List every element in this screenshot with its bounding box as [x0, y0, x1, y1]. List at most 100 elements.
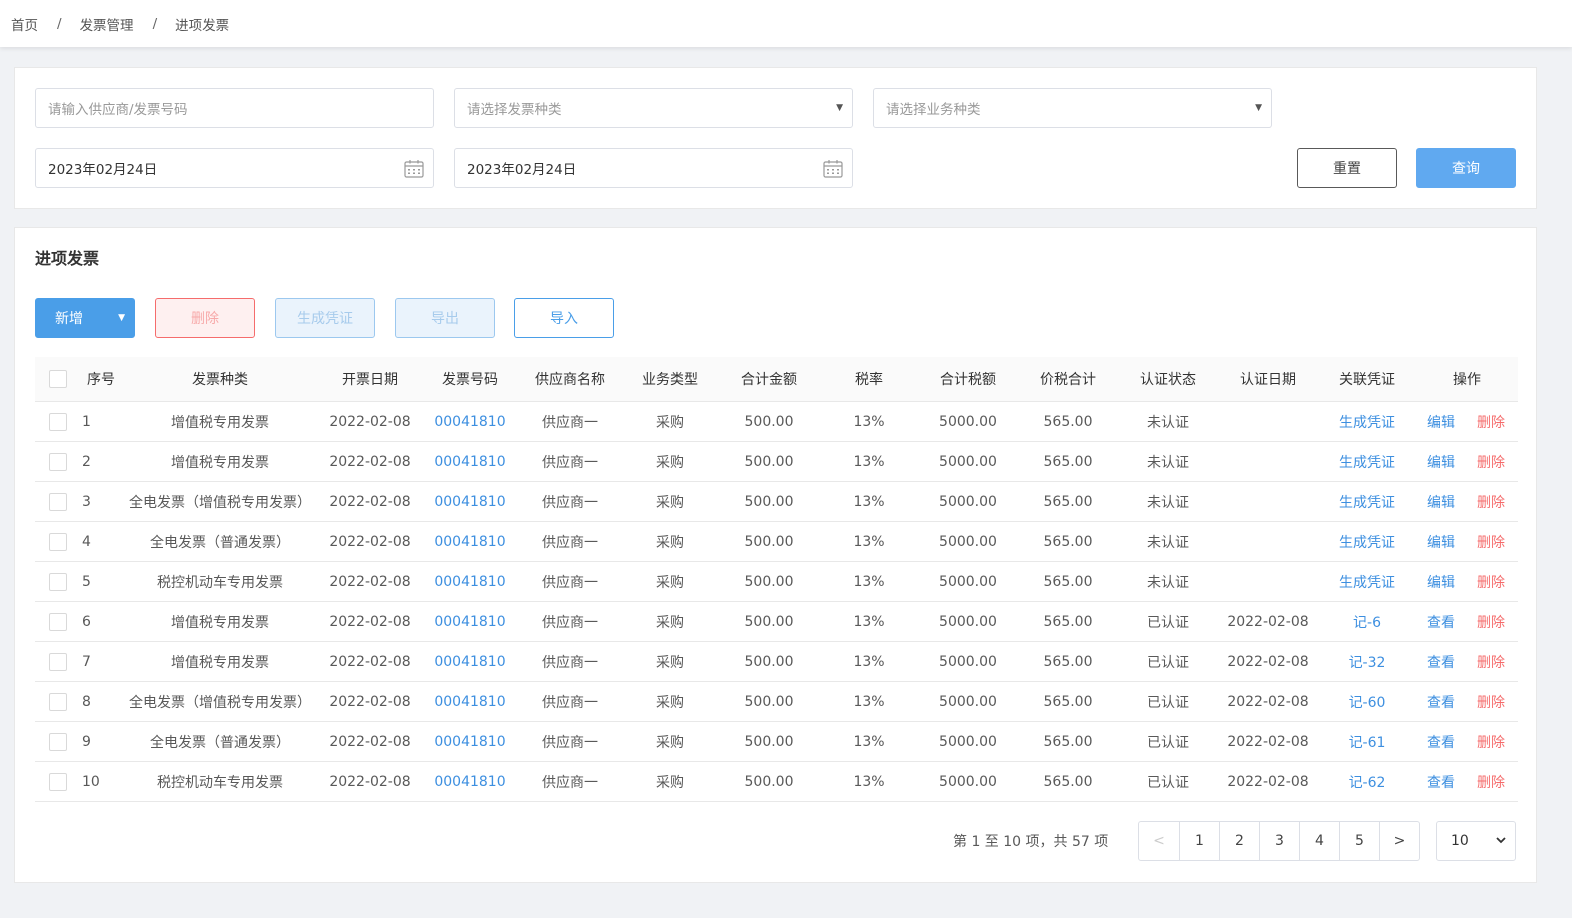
cell-tax: 5000.00 [939, 533, 997, 550]
voucher-link[interactable]: 记-61 [1317, 722, 1417, 761]
row-checkbox[interactable] [49, 493, 67, 511]
cell-status: 已认证 [1147, 694, 1189, 711]
row-delete-link[interactable]: 删除 [1475, 522, 1507, 561]
cell-status: 已认证 [1147, 614, 1189, 631]
caret-down-icon[interactable]: ▼ [118, 313, 125, 323]
page-button-2[interactable]: 2 [1219, 822, 1259, 860]
invoice-number-link[interactable]: 00041810 [420, 402, 520, 441]
page-button-5[interactable]: 5 [1339, 822, 1379, 860]
generate-voucher-button[interactable]: 生成凭证 [275, 298, 375, 338]
row-action-link[interactable]: 查看 [1425, 722, 1457, 761]
voucher-link[interactable]: 生成凭证 [1317, 522, 1417, 561]
caret-down-icon: ▼ [836, 103, 843, 113]
cell-tax: 5000.00 [939, 773, 997, 790]
row-checkbox[interactable] [49, 613, 67, 631]
cell-supplier: 供应商一 [542, 614, 598, 631]
start-date-picker[interactable]: 2023年02月24日 [35, 148, 434, 188]
invoice-number-link[interactable]: 00041810 [420, 482, 520, 521]
row-checkbox[interactable] [49, 733, 67, 751]
voucher-link[interactable]: 生成凭证 [1317, 442, 1417, 481]
col-header: 认证状态 [1140, 372, 1196, 388]
row-checkbox[interactable] [49, 693, 67, 711]
voucher-link[interactable]: 记-32 [1317, 642, 1417, 681]
cell-no: 10 [82, 773, 100, 790]
end-date-picker[interactable]: 2023年02月24日 [454, 148, 853, 188]
row-delete-link[interactable]: 删除 [1475, 402, 1507, 441]
breadcrumb: 首页 / 发票管理 / 进项发票 [0, 0, 1572, 47]
voucher-link[interactable]: 生成凭证 [1317, 482, 1417, 521]
page-button-1[interactable]: 1 [1179, 822, 1219, 860]
cell-rate: 13% [853, 493, 885, 510]
row-delete-link[interactable]: 删除 [1475, 762, 1507, 801]
row-delete-link[interactable]: 删除 [1475, 442, 1507, 481]
breadcrumb-invoice-management[interactable]: 发票管理 [80, 14, 134, 34]
row-delete-link[interactable]: 删除 [1475, 482, 1507, 521]
row-checkbox[interactable] [49, 773, 67, 791]
invoice-number-link[interactable]: 00041810 [420, 522, 520, 561]
row-delete-link[interactable]: 删除 [1475, 562, 1507, 601]
page-size-select[interactable]: 10 [1436, 821, 1516, 861]
invoice-number-link[interactable]: 00041810 [420, 762, 520, 801]
cell-total: 565.00 [1043, 533, 1093, 550]
cell-date: 2022-02-08 [329, 693, 411, 710]
prev-page-button[interactable]: < [1139, 822, 1179, 860]
invoice-number-link[interactable]: 00041810 [420, 722, 520, 761]
invoice-number-link[interactable]: 00041810 [420, 562, 520, 601]
delete-button[interactable]: 删除 [155, 298, 255, 338]
row-delete-link[interactable]: 删除 [1475, 682, 1507, 721]
voucher-link[interactable]: 记-60 [1317, 682, 1417, 721]
row-checkbox[interactable] [49, 413, 67, 431]
row-action-link[interactable]: 查看 [1425, 602, 1457, 641]
voucher-link[interactable]: 记-6 [1317, 602, 1417, 641]
select-all-checkbox[interactable] [49, 370, 67, 388]
voucher-link[interactable]: 生成凭证 [1317, 402, 1417, 441]
row-delete-link[interactable]: 删除 [1475, 642, 1507, 681]
row-delete-link[interactable]: 删除 [1475, 722, 1507, 761]
row-action-link[interactable]: 查看 [1425, 642, 1457, 681]
cell-supplier: 供应商一 [542, 774, 598, 791]
next-page-button[interactable]: > [1379, 822, 1419, 860]
row-checkbox[interactable] [49, 573, 67, 591]
invoice-number-link[interactable]: 00041810 [420, 602, 520, 641]
voucher-link[interactable]: 生成凭证 [1317, 562, 1417, 601]
cell-status: 未认证 [1147, 494, 1189, 511]
invoice-number-link[interactable]: 00041810 [420, 442, 520, 481]
breadcrumb-home[interactable]: 首页 [11, 14, 38, 34]
page-button-4[interactable]: 4 [1299, 822, 1339, 860]
page-button-3[interactable]: 3 [1259, 822, 1299, 860]
invoice-number-link[interactable]: 00041810 [420, 682, 520, 721]
row-action-link[interactable]: 编辑 [1425, 522, 1457, 561]
row-checkbox[interactable] [49, 533, 67, 551]
row-action-link[interactable]: 编辑 [1425, 562, 1457, 601]
row-action-link[interactable]: 查看 [1425, 762, 1457, 801]
filter-panel: 请输入供应商/发票号码 请选择发票种类 ▼ 请选择业务种类 ▼ 2023年02月… [14, 67, 1537, 209]
cell-cert-date [1218, 482, 1318, 521]
voucher-link[interactable]: 记-62 [1317, 762, 1417, 801]
cell-type: 税控机动车专用发票 [157, 574, 283, 591]
invoice-number-link[interactable]: 00041810 [420, 642, 520, 681]
row-checkbox[interactable] [49, 653, 67, 671]
row-action-link[interactable]: 编辑 [1425, 402, 1457, 441]
cell-amount: 500.00 [744, 733, 794, 750]
breadcrumb-input-invoice: 进项发票 [175, 17, 230, 34]
search-input[interactable]: 请输入供应商/发票号码 [35, 88, 434, 128]
cell-no: 6 [82, 613, 91, 630]
reset-button[interactable]: 重置 [1297, 148, 1397, 188]
invoice-type-select[interactable]: 请选择发票种类 ▼ [454, 88, 853, 128]
export-button[interactable]: 导出 [395, 298, 495, 338]
row-checkbox[interactable] [49, 453, 67, 471]
cell-supplier: 供应商一 [542, 694, 598, 711]
query-button[interactable]: 查询 [1416, 148, 1516, 188]
row-action-link[interactable]: 编辑 [1425, 442, 1457, 481]
add-button[interactable]: 新增 ▼ [35, 298, 135, 338]
row-delete-link[interactable]: 删除 [1475, 602, 1507, 641]
cell-cert-date: 2022-02-08 [1227, 773, 1309, 790]
cell-tax: 5000.00 [939, 653, 997, 670]
row-action-link[interactable]: 编辑 [1425, 482, 1457, 521]
import-button[interactable]: 导入 [514, 298, 614, 338]
cell-supplier: 供应商一 [542, 574, 598, 591]
business-type-select[interactable]: 请选择业务种类 ▼ [873, 88, 1272, 128]
cell-total: 565.00 [1043, 413, 1093, 430]
cell-biz: 采购 [656, 694, 684, 711]
row-action-link[interactable]: 查看 [1425, 682, 1457, 721]
